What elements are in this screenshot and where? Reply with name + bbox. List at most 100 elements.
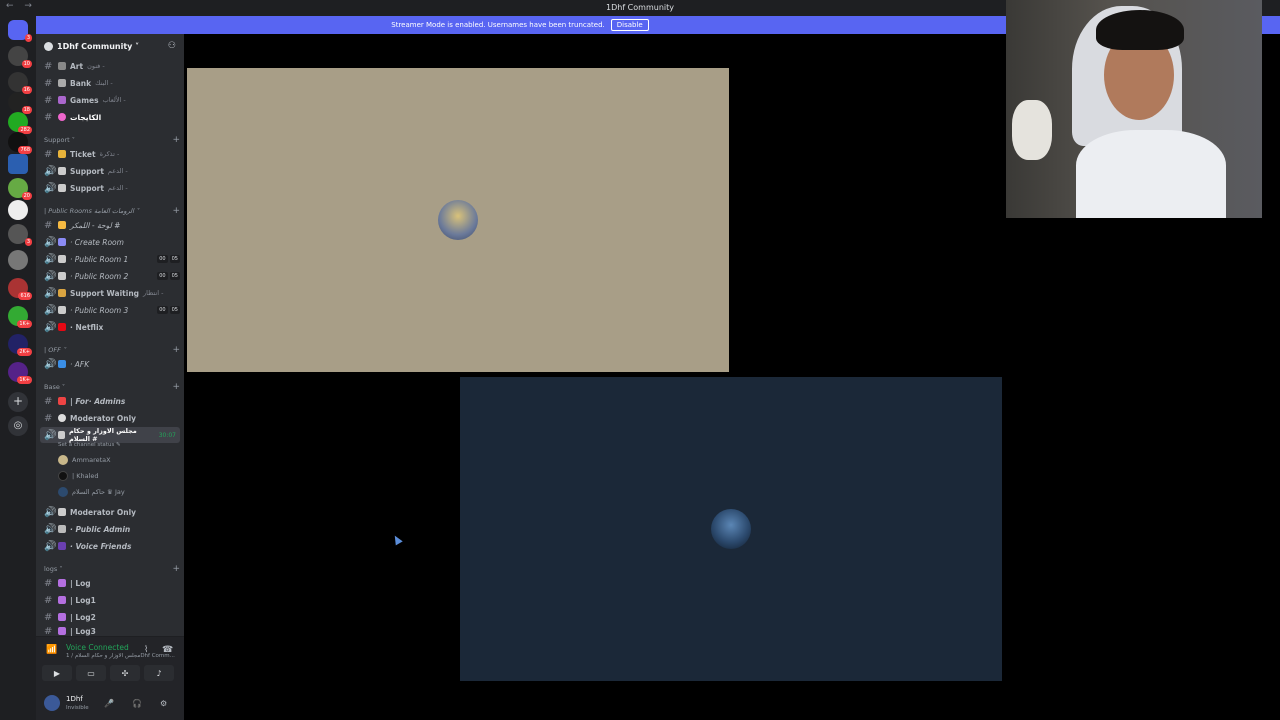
channel-support-waiting[interactable]: 🔊 Support Waiting انتظار - bbox=[40, 285, 180, 301]
channel-support-1[interactable]: 🔊 Support الدعم - bbox=[40, 163, 180, 179]
category-base[interactable]: Base ˅ + bbox=[44, 381, 180, 393]
channel-netflix[interactable]: 🔊 · Netflix bbox=[40, 319, 180, 335]
hourglass-icon bbox=[58, 289, 66, 297]
server-icon[interactable]: 1K+ bbox=[8, 362, 32, 384]
channel-ar: انتظار - bbox=[143, 289, 164, 297]
channel-label: · Public Room 3 bbox=[70, 305, 129, 315]
home-icon[interactable]: 3 bbox=[8, 20, 32, 42]
voice-connected-label[interactable]: Voice Connected bbox=[66, 643, 129, 652]
server-icon[interactable]: 616 bbox=[8, 278, 32, 300]
channel-art[interactable]: # Art فنون - bbox=[40, 58, 180, 74]
server-icon[interactable]: 18 bbox=[8, 92, 32, 114]
signal-icon[interactable]: 📶 bbox=[46, 645, 57, 655]
channel-label: Support bbox=[70, 183, 104, 193]
server-icon[interactable]: 10 bbox=[8, 46, 32, 68]
emoji-icon bbox=[58, 150, 66, 158]
speaker-icon: 🔊 bbox=[44, 321, 57, 333]
headphones-icon[interactable]: 🎧 bbox=[132, 699, 142, 708]
plus-icon[interactable]: + bbox=[172, 564, 180, 574]
microphone-icon[interactable]: 🎤 bbox=[104, 699, 114, 708]
channel-ticket[interactable]: # Ticket تذكرة - bbox=[40, 146, 180, 162]
channel-active-voice[interactable]: 🔊 مجلس الاوزار و حكام السلام # 30:07 bbox=[40, 427, 180, 443]
plus-icon[interactable]: + bbox=[172, 382, 180, 392]
add-member-icon[interactable]: ⚇ bbox=[168, 41, 176, 51]
channel-voice-friends[interactable]: 🔊 · Voice Friends bbox=[40, 538, 180, 554]
voice-user[interactable]: | Khaled bbox=[58, 469, 99, 483]
channel-bank[interactable]: # Bank البنك - bbox=[40, 75, 180, 91]
participant-tile[interactable] bbox=[187, 68, 729, 372]
channel-log[interactable]: # | Log bbox=[40, 575, 180, 591]
hash-icon: # bbox=[44, 577, 53, 589]
server-icon[interactable]: 3 bbox=[8, 224, 32, 246]
screen-share-button[interactable]: ▭ bbox=[76, 665, 106, 681]
add-server-icon[interactable]: + bbox=[8, 392, 28, 412]
emoji-icon bbox=[58, 79, 66, 87]
channel-public-room-3[interactable]: 🔊 · Public Room 3 00 05 bbox=[40, 302, 180, 318]
channel-public-room-1[interactable]: 🔊 · Public Room 1 00 05 bbox=[40, 251, 180, 267]
disable-button[interactable]: Disable bbox=[610, 19, 649, 31]
hash-icon: # bbox=[44, 412, 53, 424]
call-timer: 30:07 bbox=[158, 431, 176, 439]
channel-afk[interactable]: 🔊 · AFK bbox=[40, 356, 180, 372]
plus-icon[interactable]: + bbox=[172, 206, 180, 216]
server-icon[interactable] bbox=[8, 200, 28, 220]
camera-button[interactable]: ▶ bbox=[42, 665, 72, 681]
voice-user[interactable]: AmmaretaX bbox=[58, 453, 111, 467]
speaker-emoji-icon bbox=[58, 508, 66, 516]
badge: 20 bbox=[21, 192, 32, 200]
channel-log2[interactable]: # | Log2 bbox=[40, 609, 180, 625]
category-off[interactable]: | OFF ˅ + bbox=[44, 344, 180, 356]
netflix-icon bbox=[58, 323, 66, 331]
speaker-icon: 🔊 bbox=[44, 287, 57, 299]
avatar[interactable] bbox=[44, 695, 60, 711]
badge: 616 bbox=[18, 292, 32, 300]
channel-games[interactable]: # Games الألعاب - bbox=[40, 92, 180, 108]
channel-log1[interactable]: # | Log1 bbox=[40, 592, 180, 608]
channel-ar: الدعم - bbox=[107, 167, 128, 175]
server-icon[interactable]: 2K+ bbox=[8, 334, 32, 356]
plus-icon[interactable]: + bbox=[172, 135, 180, 145]
noise-suppression-icon[interactable]: ⌇ bbox=[144, 645, 148, 655]
server-icon[interactable] bbox=[8, 250, 28, 270]
channel-moderator-only-voice[interactable]: 🔊 Moderator Only bbox=[40, 504, 180, 520]
explore-icon[interactable]: ◎ bbox=[8, 416, 28, 436]
channel-public-room-2[interactable]: 🔊 · Public Room 2 00 05 bbox=[40, 268, 180, 284]
channel-status-note[interactable]: Set a channel status ✎ bbox=[58, 442, 121, 448]
channel-lawha[interactable]: # لوحة - اللمكر # bbox=[40, 217, 180, 233]
voice-user[interactable]: حاكم السلام ♛ Jay bbox=[58, 485, 125, 499]
activities-button[interactable]: ✣ bbox=[110, 665, 140, 681]
server-icon[interactable]: 16 bbox=[8, 72, 32, 94]
plus-icon[interactable]: + bbox=[172, 345, 180, 355]
channel-create-room[interactable]: 🔊 · Create Room bbox=[40, 234, 180, 250]
channel-moderator-only-text[interactable]: # Moderator Only bbox=[40, 410, 180, 426]
server-icon[interactable]: 20 bbox=[8, 178, 32, 200]
channel-kaijat[interactable]: # الكايجات bbox=[40, 109, 180, 125]
guild-header[interactable]: 1Dhf Community ˅ ⚇ bbox=[36, 34, 184, 58]
soundboard-button[interactable]: ♪ bbox=[144, 665, 174, 681]
server-icon[interactable]: 282 bbox=[8, 112, 32, 134]
settings-gear-icon[interactable]: ⚙ bbox=[160, 699, 167, 708]
category-support[interactable]: Support ˅ + bbox=[44, 134, 180, 146]
count: 00 bbox=[157, 272, 168, 280]
folder-icon[interactable] bbox=[8, 154, 28, 174]
channel-log3[interactable]: # | Log3 bbox=[40, 626, 180, 636]
speaker-icon: 🔊 bbox=[44, 253, 57, 265]
activities-icon: ✣ bbox=[121, 668, 129, 678]
channel-support-2[interactable]: 🔊 Support الدعم - bbox=[40, 180, 180, 196]
category-public-rooms[interactable]: | Public Rooms الرومات العامة ˅ + bbox=[44, 205, 180, 217]
participant-tile[interactable] bbox=[460, 377, 1002, 681]
user-name: حاكم السلام ♛ Jay bbox=[72, 488, 125, 496]
disconnect-icon[interactable]: ☎ bbox=[162, 645, 173, 655]
channel-for-admins[interactable]: # | For· Admins bbox=[40, 393, 180, 409]
user-name: AmmaretaX bbox=[72, 456, 111, 464]
server-icon[interactable]: 1K+ bbox=[8, 306, 32, 328]
speaker-emoji-icon bbox=[58, 306, 66, 314]
speaker-icon: 🔊 bbox=[44, 182, 57, 194]
speaker-icon: 🔊 bbox=[44, 506, 57, 518]
voice-channel-path[interactable]: مجلس الاوزار و حكام السلام / 1Dhf Comm..… bbox=[66, 653, 175, 659]
channel-public-admin[interactable]: 🔊 · Public Admin bbox=[40, 521, 180, 537]
channel-label: | Log1 bbox=[70, 595, 96, 605]
server-icon[interactable]: 768 bbox=[8, 132, 32, 154]
category-logs[interactable]: logs ˅ + bbox=[44, 563, 180, 575]
category-label: Support ˅ bbox=[44, 136, 76, 144]
